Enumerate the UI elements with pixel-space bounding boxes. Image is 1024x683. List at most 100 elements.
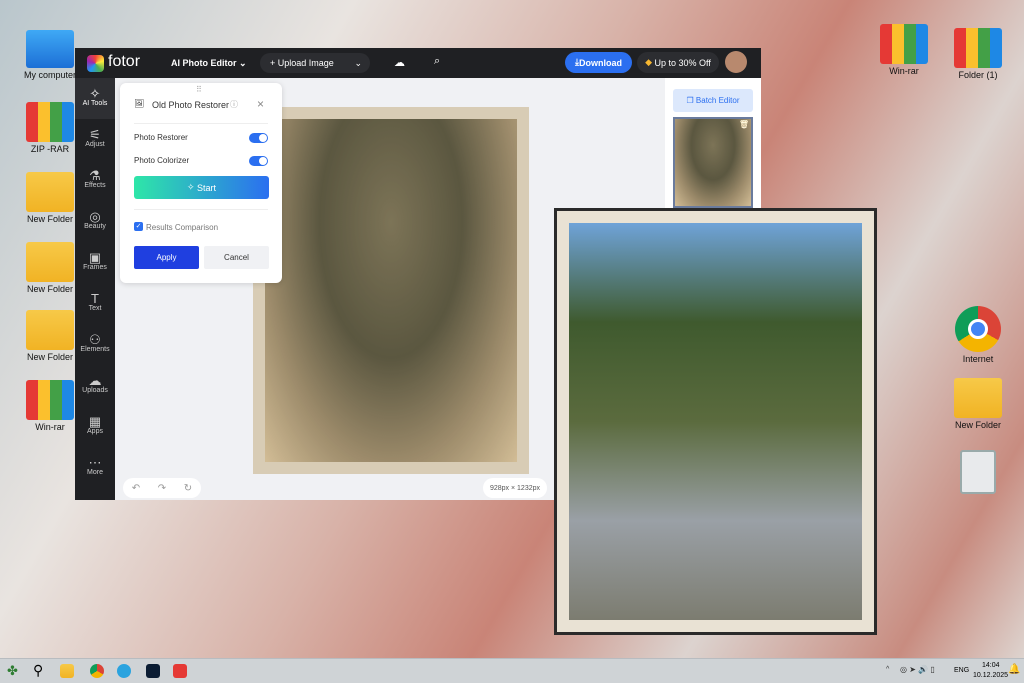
sidebar: ✧ AI Tools ⚟ Adjust ⚗ Effects ◎ Beauty ▣ Frames T T… [75, 78, 115, 500]
archive-icon [954, 28, 1002, 68]
archive-icon [26, 380, 74, 420]
sidebar-item-label: Beauty [84, 223, 106, 230]
sidebar-item-ai-tools[interactable]: ✧ AI Tools [75, 78, 115, 119]
results-comparison-checkbox[interactable]: ✓ [134, 222, 143, 231]
desktop-icon-internet[interactable]: Internet [946, 306, 1010, 364]
app-icon[interactable] [173, 664, 187, 678]
cancel-label: Cancel [224, 253, 249, 262]
desktop-icon-win-rar-right[interactable]: Win-rar [872, 24, 936, 76]
divider [134, 123, 268, 124]
photo-colorizer-label: Photo Colorizer [134, 156, 190, 165]
image-thumbnail[interactable]: 🗑 [673, 117, 753, 208]
tray-chevron-icon[interactable]: ^ [886, 666, 889, 673]
sidebar-item-effects[interactable]: ⚗ Effects [75, 160, 115, 201]
upload-image-button[interactable]: + Upload Image ⌄ [260, 53, 370, 73]
sidebar-icon: ◎ [89, 209, 101, 224]
chrome-icon [955, 306, 1001, 352]
image-size-label: 928px × 1232px [483, 478, 547, 498]
sidebar-item-uploads[interactable]: ☁ Uploads [75, 365, 115, 406]
drag-handle[interactable]: ⠿ [196, 85, 202, 94]
archive-icon [26, 102, 74, 142]
chevron-down-icon[interactable]: ⌄ [354, 58, 370, 69]
sidebar-icon: ⚗ [89, 168, 101, 183]
search-icon[interactable]: ⚲ [33, 662, 43, 679]
icon-label: Folder (1) [958, 70, 998, 80]
desktop-icon-new-folder-right[interactable]: New Folder [946, 378, 1010, 430]
computer-icon [26, 30, 74, 68]
apply-label: Apply [156, 253, 177, 262]
desktop-icon-my-computer[interactable]: My computer [18, 30, 82, 80]
redo-icon[interactable]: ↷ [158, 483, 166, 494]
start-button[interactable]: ✧ Start [134, 176, 269, 199]
help-icon[interactable]: ⓘ [230, 99, 238, 110]
folder-icon [26, 242, 74, 282]
editor-menu[interactable]: AI Photo Editor ⌄ [171, 58, 247, 69]
batch-editor-button[interactable]: ❐ Batch Editor [673, 89, 753, 112]
photo-restorer-label: Photo Restorer [134, 133, 188, 142]
file-explorer-icon[interactable] [60, 664, 74, 678]
sidebar-item-label: Uploads [82, 387, 108, 394]
icon-label: New Folder [26, 214, 73, 224]
undo-icon[interactable]: ↶ [132, 483, 140, 494]
desktop-icon-new-folder-3[interactable]: New Folder [18, 310, 82, 362]
sidebar-item-more[interactable]: ⋯ More [75, 447, 115, 488]
language-indicator[interactable]: ENG [954, 667, 969, 674]
photoshop-icon[interactable] [146, 664, 160, 678]
sidebar-icon: T [91, 291, 99, 306]
cloud-icon[interactable]: ☁ [394, 56, 405, 69]
icon-label: New Folder [954, 420, 1001, 430]
recycle-bin-icon[interactable] [960, 450, 996, 494]
photo-colorizer-toggle[interactable] [249, 156, 268, 166]
icon-label: My computer [23, 70, 76, 80]
apply-button[interactable]: Apply [134, 246, 199, 269]
results-comparison-label: Results Comparison [146, 223, 219, 232]
sidebar-icon: ⚇ [89, 332, 101, 347]
icon-label: Win-rar [35, 422, 65, 432]
sidebar-item-label: AI Tools [82, 100, 108, 107]
desktop-icon-zip-rar[interactable]: ZIP -RAR [18, 102, 82, 154]
avatar[interactable] [725, 51, 747, 73]
reset-icon[interactable]: ↻ [184, 483, 192, 494]
image-icon: 🖼 [134, 99, 145, 108]
sidebar-item-label: Elements [80, 346, 110, 353]
promo-button[interactable]: ◆ Up to 30% Off [637, 52, 719, 73]
sidebar-item-text[interactable]: T Text [75, 283, 115, 324]
trash-icon[interactable]: 🗑 [739, 120, 749, 129]
clock-time[interactable]: 14:04 [982, 662, 1000, 669]
sidebar-icon: ⋯ [88, 455, 102, 470]
top-bar: fotor AI Photo Editor ⌄ + Upload Image ⌄ … [75, 48, 761, 78]
sidebar-item-label: More [87, 469, 103, 476]
desktop-icon-win-rar[interactable]: Win-rar [18, 380, 82, 432]
desktop-icon-new-folder-1[interactable]: New Folder [18, 172, 82, 224]
photo-restorer-toggle[interactable] [249, 133, 268, 143]
sidebar-icon: ☁ [88, 373, 102, 388]
sidebar-item-adjust[interactable]: ⚟ Adjust [75, 119, 115, 160]
upload-label: Upload Image [277, 58, 334, 68]
panel-title: Old Photo Restorer [152, 100, 230, 110]
folder-icon [26, 310, 74, 350]
clock-date[interactable]: 10.12.2025 [973, 672, 1008, 679]
desktop-icon-new-folder-2[interactable]: New Folder [18, 242, 82, 294]
batch-editor-label: Batch Editor [695, 96, 740, 105]
icon-label: Internet [962, 354, 994, 364]
sidebar-item-elements[interactable]: ⚇ Elements [75, 324, 115, 365]
close-icon[interactable]: × [257, 97, 264, 111]
start-icon[interactable]: ✤ [7, 663, 18, 679]
download-button[interactable]: ⤓ Download [565, 52, 632, 73]
notification-bell-icon[interactable]: 🔔 [1008, 664, 1020, 675]
sidebar-item-frames[interactable]: ▣ Frames [75, 242, 115, 283]
desktop-icon-folder-1[interactable]: Folder (1) [946, 28, 1010, 80]
sidebar-item-label: Effects [84, 182, 106, 189]
sidebar-item-apps[interactable]: ▦ Apps [75, 406, 115, 447]
telegram-icon[interactable] [117, 664, 131, 678]
original-photo[interactable] [253, 107, 529, 474]
divider [134, 209, 268, 210]
chrome-icon[interactable] [90, 664, 104, 678]
search-icon[interactable]: ⌕ [434, 55, 440, 68]
sidebar-item-label: Text [88, 305, 102, 312]
tray-icons[interactable]: ◎ ➤ 🔊 ▯ [900, 665, 935, 674]
cancel-button[interactable]: Cancel [204, 246, 269, 269]
sidebar-item-beauty[interactable]: ◎ Beauty [75, 201, 115, 242]
diamond-icon: ◆ [645, 57, 653, 67]
promo-label: Up to 30% Off [654, 57, 711, 68]
